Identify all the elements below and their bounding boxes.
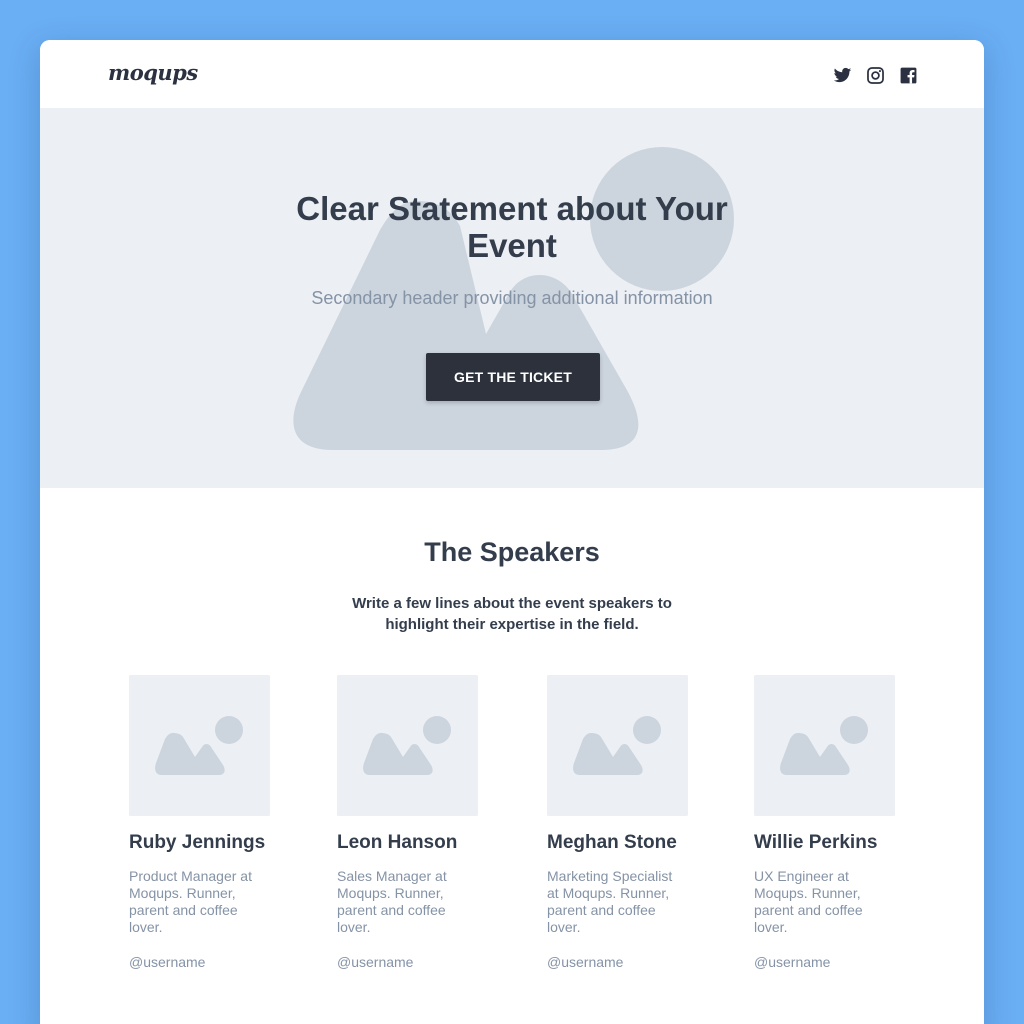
speaker-bio: Marketing Specialist at Moqups. Runner, … xyxy=(547,868,673,935)
social-links xyxy=(833,66,918,85)
instagram-icon[interactable] xyxy=(866,66,885,85)
speaker-photo-placeholder-icon xyxy=(337,675,478,816)
speaker-bio: Product Manager at Moqups. Runner, paren… xyxy=(129,868,252,935)
top-navigation-bar: moqups xyxy=(40,40,984,108)
landing-page-card: moqups Clear Statement about Your Event … xyxy=(40,40,984,1024)
speaker-card: Willie Perkins UX Engineer at Moqups. Ru… xyxy=(754,675,914,970)
speaker-username-link[interactable]: @username xyxy=(129,954,289,970)
moqups-logo[interactable]: moqups xyxy=(108,60,198,85)
speaker-name: Willie Perkins xyxy=(754,832,878,853)
speakers-section-title: The Speakers xyxy=(424,537,600,567)
speaker-bio: Sales Manager at Moqups. Runner, parent … xyxy=(337,868,447,935)
speaker-bio: UX Engineer at Moqups. Runner, parent an… xyxy=(754,868,863,935)
speakers-section-description: Write a few lines about the event speake… xyxy=(352,595,672,633)
speaker-username-link[interactable]: @username xyxy=(337,954,497,970)
speaker-card: Meghan Stone Marketing Specialist at Moq… xyxy=(547,675,707,970)
speaker-name: Leon Hanson xyxy=(337,832,458,853)
speaker-card: Leon Hanson Sales Manager at Moqups. Run… xyxy=(337,675,497,970)
speaker-photo-placeholder-icon xyxy=(547,675,688,816)
facebook-icon[interactable] xyxy=(899,66,918,85)
hero-title: Clear Statement about Your Event xyxy=(296,190,728,264)
speaker-photo-placeholder-icon xyxy=(754,675,895,816)
hero-section: Clear Statement about Your Event Seconda… xyxy=(40,108,984,488)
get-ticket-button[interactable]: GET THE TICKET xyxy=(426,353,600,401)
speaker-username-link[interactable]: @username xyxy=(547,954,707,970)
speaker-username-link[interactable]: @username xyxy=(754,954,914,970)
speaker-name: Ruby Jennings xyxy=(129,832,266,853)
speaker-photo-placeholder-icon xyxy=(129,675,270,816)
hero-subtitle: Secondary header providing additional in… xyxy=(311,288,713,308)
speaker-card: Ruby Jennings Product Manager at Moqups.… xyxy=(129,675,289,970)
twitter-icon[interactable] xyxy=(833,66,852,85)
speaker-name: Meghan Stone xyxy=(547,832,677,853)
